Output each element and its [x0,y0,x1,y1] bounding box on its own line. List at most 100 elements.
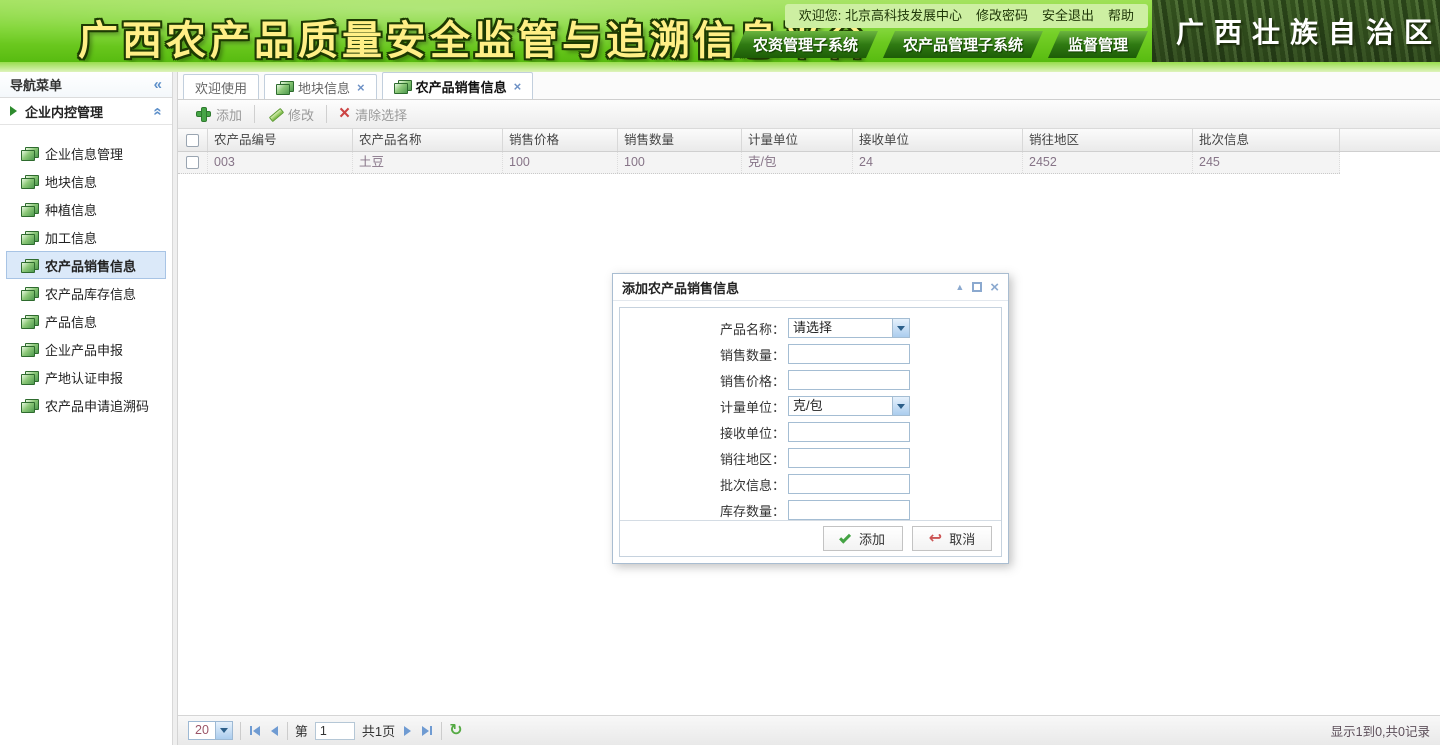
dialog-footer: 添加 ↩ 取消 [620,520,1001,556]
column-header-sales-quantity[interactable]: 销售数量 [618,129,742,151]
sales-region-field[interactable] [788,448,910,468]
sidebar-item-planting-info[interactable]: 种植信息 [6,195,166,223]
logout-link[interactable]: 安全退出 [1042,4,1094,28]
column-header-sales-region[interactable]: 销往地区 [1023,129,1193,151]
tab-product-sales-info[interactable]: 农产品销售信息 × [382,72,534,99]
product-name-value: 请选择 [789,319,892,337]
change-password-link[interactable]: 修改密码 [976,4,1028,28]
help-link[interactable]: 帮助 [1108,4,1134,28]
nav-button-agri-materials[interactable]: 农资管理子系统 [733,31,878,58]
tab-plot-info[interactable]: 地块信息 × [264,74,377,99]
tab-bar: 欢迎使用 地块信息 × 农产品销售信息 × [178,72,1440,100]
last-page-icon [422,726,429,736]
cell-sales-quantity: 100 [618,152,742,173]
column-header-receiving-unit[interactable]: 接收单位 [853,129,1023,151]
sidebar-item-label: 产地认证申报 [45,368,123,387]
tab-close-icon[interactable]: × [514,79,522,94]
dialog-title: 添加农产品销售信息 [622,278,955,297]
row-checkbox[interactable] [186,156,199,169]
sidebar-item-processing-info[interactable]: 加工信息 [6,223,166,251]
receiving-unit-field[interactable] [788,422,910,442]
column-header-sales-price[interactable]: 销售价格 [503,129,618,151]
application-window: 广西农产品质量安全监管与追溯信息平台 欢迎您: 北京高科技发展中心 修改密码 安… [0,0,1440,745]
refresh-icon[interactable]: ↻ [449,723,462,739]
column-header-unit[interactable]: 计量单位 [742,129,853,151]
next-page-icon [404,726,411,736]
sales-price-field[interactable] [788,370,910,390]
chevron-down-icon[interactable] [892,397,909,415]
folder-icon [21,175,38,188]
sales-quantity-field[interactable] [788,344,910,364]
folder-icon [21,147,38,160]
maximize-icon[interactable] [972,282,982,292]
sidebar-item-enterprise-product-declare[interactable]: 企业产品申报 [6,335,166,363]
dialog-cancel-button[interactable]: ↩ 取消 [912,526,992,551]
undo-arrow-icon: ↩ [929,531,942,547]
section-collapse-icon[interactable]: « [150,107,165,115]
sidebar-item-product-info[interactable]: 产品信息 [6,307,166,335]
sidebar-item-product-stock-info[interactable]: 农产品库存信息 [6,279,166,307]
cell-receiving-unit: 24 [853,152,1023,173]
sidebar-item-label: 企业信息管理 [45,144,123,163]
grid-toolbar: 添加 修改 × 清除选择 [178,100,1440,129]
sidebar-item-enterprise-info[interactable]: 企业信息管理 [6,139,166,167]
column-header-product-code[interactable]: 农产品编号 [208,129,353,151]
edit-button[interactable]: 修改 [257,102,324,126]
tab-close-icon[interactable]: × [357,80,365,95]
page-size-dropdown-icon[interactable] [215,722,232,739]
sidebar-item-product-sales-info[interactable]: 农产品销售信息 [6,251,166,279]
nav-button-agri-products[interactable]: 农产品管理子系统 [883,31,1043,58]
tab-welcome[interactable]: 欢迎使用 [183,74,259,99]
chevron-down-icon[interactable] [892,319,909,337]
nav-button-supervision[interactable]: 监督管理 [1048,31,1148,58]
wheat-banner-image: 广西壮族自治区 [1152,0,1440,62]
field-label: 计量单位： [620,397,788,416]
clear-selection-button[interactable]: × 清除选择 [329,102,417,126]
column-header-batch-info[interactable]: 批次信息 [1193,129,1340,151]
first-page-button[interactable] [248,724,262,738]
pagination-bar: 20 第 共1页 ↻ 显示1到0,共0记录 [178,715,1440,745]
close-icon[interactable]: × [990,280,999,295]
prev-page-button[interactable] [269,724,280,738]
sidebar-title: 导航菜单 [10,75,62,94]
row-checkbox-cell [178,152,208,173]
batch-info-field[interactable] [788,474,910,494]
form-row-sales-region: 销往地区： [620,445,1001,471]
sidebar-collapse-icon[interactable]: « [154,77,162,92]
page-number-input[interactable] [315,722,355,740]
folder-icon [21,259,38,272]
field-label: 销往地区： [620,449,788,468]
sidebar-item-traceability-code[interactable]: 农产品申请追溯码 [6,391,166,419]
last-page-button[interactable] [420,724,434,738]
minimize-icon[interactable]: ▲ [955,282,964,292]
header-bottom-strip [0,62,1440,72]
add-button[interactable]: 添加 [186,102,252,126]
sidebar-section-internal-control[interactable]: 企业内控管理 « [0,98,172,125]
pagination-separator [287,722,288,740]
table-row[interactable]: 003 土豆 100 100 克/包 24 2452 245 [178,152,1340,174]
pagination-separator [240,722,241,740]
welcome-bar: 欢迎您: 北京高科技发展中心 修改密码 安全退出 帮助 [785,4,1148,28]
next-page-button[interactable] [402,724,413,738]
dialog-titlebar[interactable]: 添加农产品销售信息 ▲ × [613,274,1008,301]
stock-quantity-field[interactable] [788,500,910,520]
tab-label: 地块信息 [298,78,350,97]
sidebar-item-label: 加工信息 [45,228,97,247]
page-size-select[interactable]: 20 [188,721,233,740]
product-name-select[interactable]: 请选择 [788,318,910,338]
check-icon [839,531,851,543]
dialog-form: 产品名称： 请选择 销售数量： 销售价格： 计量单位： [620,308,1001,523]
tab-folder-icon [276,81,293,94]
folder-icon [21,371,38,384]
cell-sales-region: 2452 [1023,152,1193,173]
sidebar-item-origin-certification[interactable]: 产地认证申报 [6,363,166,391]
unit-select[interactable]: 克/包 [788,396,910,416]
toolbar-separator [254,105,255,123]
sidebar-item-label: 企业产品申报 [45,340,123,359]
sidebar-item-plot-info[interactable]: 地块信息 [6,167,166,195]
sidebar-item-label: 农产品库存信息 [45,284,136,303]
select-all-checkbox[interactable] [186,134,199,147]
column-header-product-name[interactable]: 农产品名称 [353,129,503,151]
sidebar-item-label: 产品信息 [45,312,97,331]
dialog-add-button[interactable]: 添加 [823,526,903,551]
